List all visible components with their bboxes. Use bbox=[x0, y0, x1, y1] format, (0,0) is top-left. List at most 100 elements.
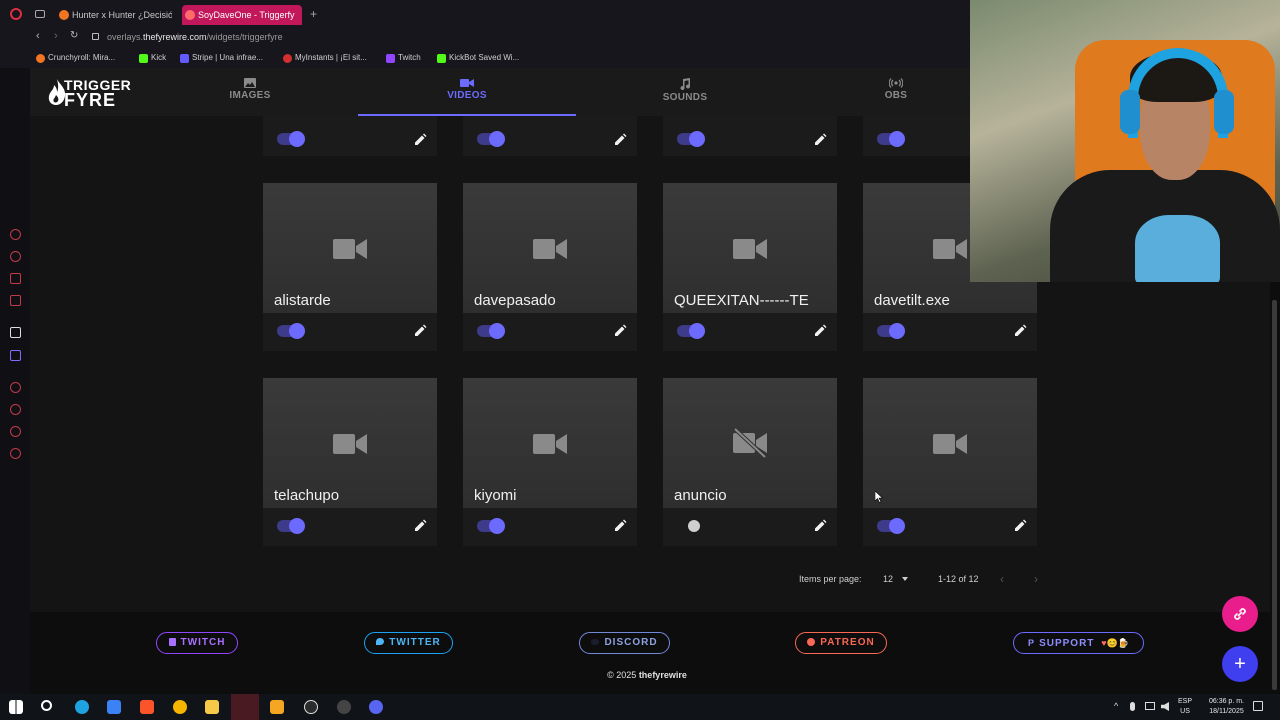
search-icon[interactable] bbox=[41, 700, 52, 711]
video-thumbnail[interactable]: telachupo bbox=[263, 378, 437, 508]
prev-page-button[interactable]: ‹ bbox=[1000, 572, 1004, 586]
bookmark-twitch[interactable]: Twitch bbox=[386, 52, 421, 64]
enable-toggle[interactable] bbox=[677, 520, 703, 532]
edit-icon[interactable] bbox=[1013, 324, 1027, 338]
volume-icon[interactable] bbox=[1161, 702, 1169, 711]
settings-app-icon[interactable] bbox=[337, 700, 351, 714]
tab-images[interactable]: IMAGES bbox=[190, 78, 310, 101]
video-card[interactable] bbox=[863, 378, 1037, 546]
system-clock[interactable]: 06:36 p. m. 18/11/2025 bbox=[1209, 697, 1244, 717]
enable-toggle[interactable] bbox=[277, 323, 305, 339]
copyright-brand[interactable]: thefyrewire bbox=[639, 670, 687, 680]
brave-icon[interactable] bbox=[140, 700, 154, 714]
sidebar-kick-icon[interactable] bbox=[10, 327, 21, 338]
explorer-icon[interactable] bbox=[205, 700, 219, 714]
language-indicator[interactable]: ESP US bbox=[1178, 697, 1192, 717]
video-thumbnail[interactable] bbox=[863, 378, 1037, 508]
enable-toggle[interactable] bbox=[677, 323, 705, 339]
enable-toggle[interactable] bbox=[477, 131, 505, 147]
store-icon[interactable] bbox=[107, 700, 121, 714]
enable-toggle[interactable] bbox=[877, 323, 905, 339]
video-thumbnail[interactable]: kiyomi bbox=[463, 378, 637, 508]
tray-chevron-icon[interactable]: ^ bbox=[1114, 701, 1118, 711]
sidebar-messenger-icon[interactable] bbox=[10, 251, 21, 262]
edit-icon[interactable] bbox=[613, 324, 627, 338]
page-scrollbar[interactable] bbox=[1272, 300, 1277, 690]
video-thumbnail[interactable]: davepasado bbox=[463, 183, 637, 313]
enable-toggle[interactable] bbox=[877, 131, 905, 147]
sidebar-bookmarks-icon[interactable] bbox=[10, 426, 21, 437]
video-card[interactable]: telachupo bbox=[263, 378, 437, 546]
video-thumbnail[interactable]: QUEEXITAN------TE bbox=[663, 183, 837, 313]
sidebar-aria-icon[interactable] bbox=[10, 229, 21, 240]
reload-icon[interactable]: ↻ bbox=[70, 30, 78, 41]
sidebar-music-icon[interactable] bbox=[10, 295, 21, 306]
notifications-icon[interactable] bbox=[1253, 701, 1263, 711]
enable-toggle[interactable] bbox=[277, 518, 305, 534]
discord-button[interactable]: DISCORD bbox=[579, 632, 670, 654]
sidebar-clock-icon[interactable] bbox=[10, 404, 21, 415]
tab-triggerfyre[interactable]: SoyDaveOne - Triggerfy bbox=[182, 5, 302, 25]
edit-icon[interactable] bbox=[613, 133, 627, 147]
enable-toggle[interactable] bbox=[477, 518, 505, 534]
enable-toggle[interactable] bbox=[677, 131, 705, 147]
edit-icon[interactable] bbox=[813, 519, 827, 533]
twitter-button[interactable]: TWITTER bbox=[364, 632, 453, 654]
support-button[interactable]: P SUPPORT ♥😊🍺 bbox=[1013, 632, 1144, 654]
enable-toggle[interactable] bbox=[877, 518, 905, 534]
bookmark-kick[interactable]: Kick bbox=[139, 52, 166, 64]
items-per-page-select[interactable]: 12 bbox=[883, 574, 911, 584]
edit-icon[interactable] bbox=[413, 133, 427, 147]
discord-taskbar-icon[interactable] bbox=[369, 700, 383, 714]
tab-sounds[interactable]: SOUNDS bbox=[625, 78, 745, 103]
microphone-icon[interactable] bbox=[1130, 702, 1135, 711]
link-fab-button[interactable] bbox=[1222, 596, 1258, 632]
bookmark-crunchyroll[interactable]: Crunchyroll: Mira... bbox=[36, 52, 115, 64]
card-footer bbox=[463, 313, 637, 351]
video-card[interactable]: kiyomi bbox=[463, 378, 637, 546]
network-icon[interactable] bbox=[1145, 702, 1155, 710]
twitch-button[interactable]: TWITCH bbox=[156, 632, 238, 654]
edge-icon[interactable] bbox=[75, 700, 89, 714]
edit-icon[interactable] bbox=[413, 324, 427, 338]
sidebar-whatsapp-icon[interactable] bbox=[10, 273, 21, 284]
video-card[interactable]: alistarde bbox=[263, 183, 437, 351]
tab-obs[interactable]: OBS bbox=[836, 78, 956, 101]
sidebar-history-icon[interactable] bbox=[10, 382, 21, 393]
tab-switcher-icon[interactable] bbox=[35, 10, 45, 18]
back-icon[interactable]: ‹ bbox=[36, 30, 40, 42]
edit-icon[interactable] bbox=[813, 133, 827, 147]
video-card[interactable]: davepasado bbox=[463, 183, 637, 351]
bookmark-stripe[interactable]: Stripe | Una infrae... bbox=[180, 52, 263, 64]
edit-icon[interactable] bbox=[1013, 519, 1027, 533]
edit-icon[interactable] bbox=[413, 519, 427, 533]
video-thumbnail[interactable]: alistarde bbox=[263, 183, 437, 313]
add-fab-button[interactable]: + bbox=[1222, 646, 1258, 682]
tab-videos[interactable]: VIDEOS bbox=[407, 78, 527, 101]
chrome-icon[interactable] bbox=[173, 700, 187, 714]
triggerfyre-logo[interactable]: TRIGGER FYRE bbox=[46, 78, 132, 109]
patreon-button[interactable]: PATREON bbox=[795, 632, 887, 654]
enable-toggle[interactable] bbox=[477, 323, 505, 339]
tab-hunter[interactable]: Hunter x Hunter ¿Decisió bbox=[56, 5, 172, 25]
url-field[interactable]: overlays.thefyrewire.com/widgets/trigger… bbox=[107, 32, 283, 42]
next-page-button[interactable]: › bbox=[1034, 572, 1038, 586]
forward-icon[interactable]: › bbox=[54, 30, 58, 42]
obs-icon[interactable] bbox=[304, 700, 318, 714]
edit-icon[interactable] bbox=[813, 324, 827, 338]
new-tab-button[interactable]: + bbox=[310, 7, 317, 21]
media-icon[interactable] bbox=[270, 700, 284, 714]
windows-start-icon[interactable] bbox=[9, 700, 23, 714]
opera-taskbar-icon[interactable] bbox=[231, 694, 259, 720]
sidebar-settings-icon[interactable] bbox=[10, 448, 21, 459]
video-card[interactable]: anuncio bbox=[663, 378, 837, 546]
opera-logo-icon[interactable] bbox=[10, 8, 22, 20]
twitch-label: TWITCH bbox=[180, 637, 226, 648]
edit-icon[interactable] bbox=[613, 519, 627, 533]
enable-toggle[interactable] bbox=[277, 131, 305, 147]
bookmark-myinstants[interactable]: MyInstants | ¡El sit... bbox=[283, 52, 367, 64]
bookmark-kickbot[interactable]: KickBot Saved Wi... bbox=[437, 52, 519, 64]
video-thumbnail[interactable]: anuncio bbox=[663, 378, 837, 508]
sidebar-extension-icon[interactable] bbox=[10, 350, 21, 361]
video-card[interactable]: QUEEXITAN------TE bbox=[663, 183, 837, 351]
